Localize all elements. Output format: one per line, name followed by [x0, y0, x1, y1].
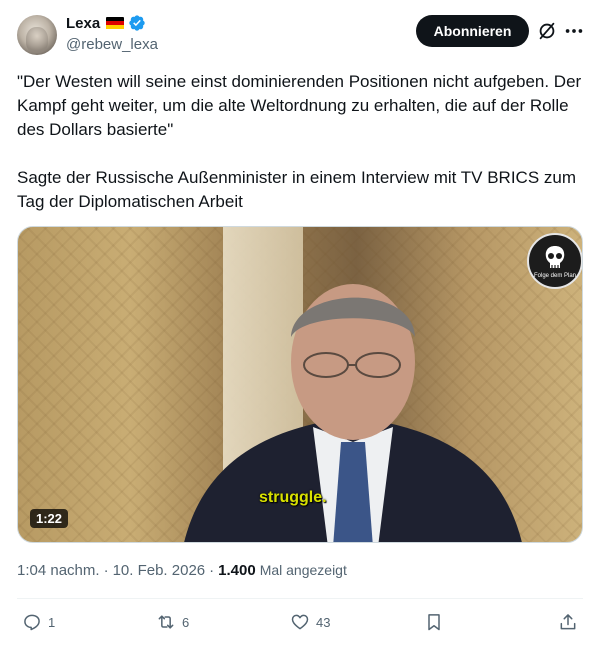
grok-icon[interactable]: [536, 20, 558, 42]
repost-button[interactable]: 6: [156, 612, 189, 632]
reply-button[interactable]: 1: [22, 612, 55, 632]
video-duration-badge: 1:22: [30, 509, 69, 528]
like-button[interactable]: 43: [290, 612, 330, 632]
repost-icon: [158, 615, 174, 629]
bookmark-icon: [428, 614, 440, 631]
author-name-row: Lexa: [66, 14, 146, 32]
subscribe-button[interactable]: Abonnieren: [416, 15, 529, 47]
meta-separator: ·: [103, 562, 109, 579]
watermark-text: Folge dem Plan: [533, 273, 577, 279]
author-handle[interactable]: @rebew_lexa: [66, 36, 158, 53]
germany-flag-icon: [106, 16, 125, 30]
bookmark-button[interactable]: [424, 612, 444, 632]
post-time[interactable]: 1:04 nachm.: [17, 562, 100, 579]
divider: [17, 598, 583, 599]
meta-separator: ·: [209, 562, 215, 579]
share-button[interactable]: [558, 612, 578, 632]
post-text: "Der Westen will seine einst dominierend…: [17, 72, 582, 211]
author-name[interactable]: Lexa: [66, 15, 100, 32]
view-count-label: Mal angezeigt: [259, 562, 347, 578]
video-frame-person: [184, 284, 522, 542]
post-date[interactable]: 10. Feb. 2026: [113, 562, 206, 579]
heart-icon: [291, 614, 309, 630]
video-player[interactable]: Folge dem Plan struggle. 1:22: [17, 226, 583, 543]
skull-icon: [545, 246, 565, 268]
repost-count: 6: [182, 614, 190, 630]
reply-count: 1: [48, 614, 56, 630]
like-count: 43: [316, 614, 331, 630]
avatar[interactable]: [17, 15, 57, 55]
reply-icon: [24, 614, 40, 631]
more-icon[interactable]: [563, 20, 585, 42]
verified-badge-icon: [129, 15, 145, 31]
video-subtitle: struggle.: [259, 489, 327, 506]
channel-watermark-logo: Folge dem Plan: [527, 233, 582, 289]
share-icon: [560, 614, 576, 630]
post-meta: 1:04 nachm. · 10. Feb. 2026 · 1.400 Mal …: [17, 562, 347, 579]
view-count: 1.400: [218, 562, 256, 579]
